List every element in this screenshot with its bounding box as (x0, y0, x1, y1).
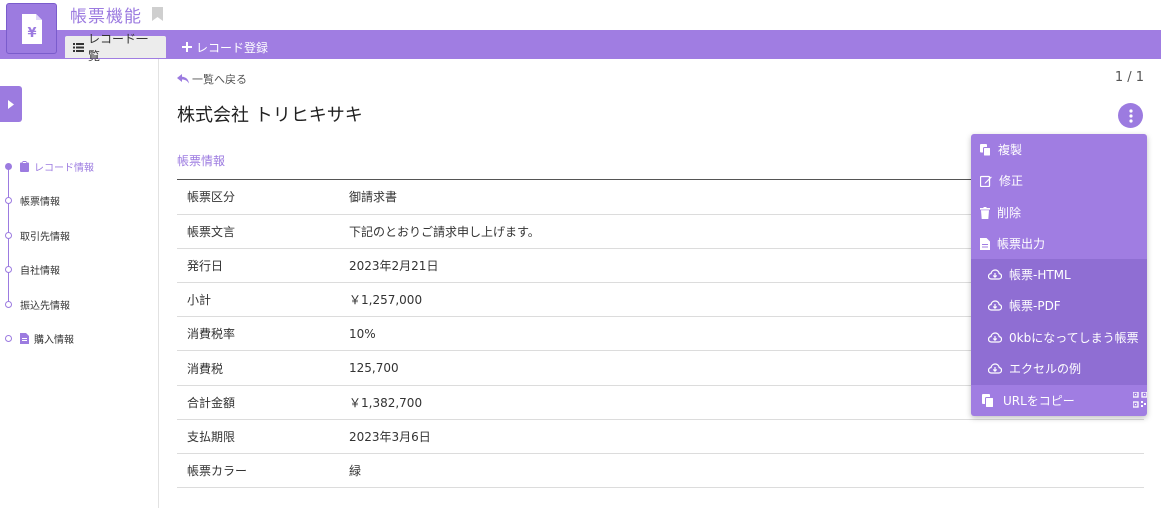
menu-item-label: 削除 (997, 206, 1022, 220)
field-label: 小計 (187, 293, 212, 308)
copy-icon (980, 143, 991, 156)
sidebar-item-label: 帳票情報 (20, 196, 60, 208)
field-label: 支払期限 (187, 429, 236, 444)
sidebar-item-label: 自社情報 (20, 265, 60, 277)
sidebar-item-label: 振込先情報 (20, 300, 70, 312)
invoice-document-icon: ¥ (21, 13, 42, 44)
tab-bar: レコード一覧 レコード登録 (0, 30, 1161, 63)
menu-item-label: 修正 (999, 174, 1024, 188)
back-to-list-link[interactable]: 一覧へ戻る (177, 71, 247, 87)
field-label: 消費税 (187, 361, 224, 376)
submenu-item-html[interactable]: 帳票-HTML (971, 259, 1147, 290)
sidebar-item-label: 購入情報 (34, 334, 74, 346)
timeline-dot (5, 162, 12, 170)
file-icon (980, 237, 990, 250)
vertical-dots-icon (1128, 108, 1133, 123)
edit-icon (980, 175, 992, 187)
field-label: 帳票文言 (187, 224, 236, 239)
cloud-download-icon (988, 332, 1002, 343)
app-logo: ¥ (6, 3, 57, 54)
more-actions-button[interactable] (1118, 103, 1143, 128)
tab-record-register[interactable]: レコード登録 (174, 36, 276, 58)
sidebar-item-record-info[interactable]: レコード情報 (0, 158, 94, 174)
submenu-item-label: 0kbになってしまう帳票 (1009, 331, 1139, 345)
copy-url-label: URLをコピー (1003, 394, 1075, 408)
field-label: 合計金額 (187, 395, 236, 410)
record-pager: 1 / 1 (1114, 70, 1144, 85)
submenu-item-label: 帳票-HTML (1009, 268, 1071, 282)
menu-item-edit[interactable]: 修正 (971, 165, 1147, 196)
copy-url-button[interactable]: URLをコピー (971, 385, 1147, 416)
sidebar: レコード情報 帳票情報 取引先情報 自社情報 振込先情報 購入情報 (0, 59, 159, 508)
app-title: 帳票機能 (70, 7, 142, 27)
menu-item-label: 帳票出力 (997, 237, 1046, 251)
menu-item-duplicate[interactable]: 複製 (971, 134, 1147, 165)
svg-text:¥: ¥ (27, 26, 36, 41)
field-label: 帳票カラー (187, 464, 248, 479)
file-icon (20, 332, 29, 344)
sidebar-item-client-info[interactable]: 取引先情報 (0, 227, 70, 243)
timeline-dot (5, 231, 12, 239)
list-icon (73, 42, 84, 52)
cloud-download-icon (988, 269, 1002, 280)
cloud-download-icon (988, 363, 1002, 374)
table-row: 帳票カラー 緑 (177, 454, 1144, 488)
trash-icon (980, 206, 990, 219)
qr-code-icon[interactable] (1132, 391, 1147, 411)
caret-right-icon (8, 99, 14, 109)
back-link-label: 一覧へ戻る (192, 73, 247, 86)
submenu-item-excel[interactable]: エクセルの例 (971, 353, 1147, 384)
menu-item-label: 複製 (998, 143, 1023, 157)
section-title: 帳票情報 (177, 154, 226, 168)
actions-menu: 複製 修正 削除 帳票出力 帳票-HTML 帳票-PDF 0kbになってしまう帳… (971, 134, 1147, 416)
tab-label: レコード登録 (196, 40, 269, 55)
field-label: 帳票区分 (187, 190, 236, 205)
submenu-item-pdf[interactable]: 帳票-PDF (971, 290, 1147, 321)
field-value: 緑 (349, 464, 362, 479)
cloud-download-icon (988, 300, 1002, 311)
submenu-item-zero-kb[interactable]: 0kbになってしまう帳票 (971, 322, 1147, 353)
field-value: 2023年3月6日 (349, 429, 431, 444)
export-submenu: 帳票-HTML 帳票-PDF 0kbになってしまう帳票 エクセルの例 (971, 259, 1147, 385)
sidebar-item-purchase-info[interactable]: 購入情報 (0, 330, 74, 346)
menu-item-export-invoice[interactable]: 帳票出力 (971, 228, 1147, 259)
menu-item-delete[interactable]: 削除 (971, 197, 1147, 228)
clipboard-icon (20, 160, 29, 172)
sidebar-item-company-info[interactable]: 自社情報 (0, 261, 60, 277)
field-label: 発行日 (187, 258, 224, 273)
timeline-dot (5, 265, 12, 273)
sidebar-item-label: 取引先情報 (20, 231, 70, 243)
sidebar-item-bank-info[interactable]: 振込先情報 (0, 296, 70, 312)
sidebar-item-label: レコード情報 (34, 162, 94, 174)
tab-record-list[interactable]: レコード一覧 (65, 32, 166, 63)
submenu-item-label: エクセルの例 (1009, 362, 1082, 376)
bookmark-icon[interactable] (152, 6, 163, 25)
sidebar-item-invoice-info[interactable]: 帳票情報 (0, 192, 60, 208)
submenu-item-label: 帳票-PDF (1009, 299, 1061, 313)
record-title: 株式会社 トリヒキサキ (177, 105, 363, 126)
timeline-dot (5, 300, 12, 308)
sidebar-toggle-button[interactable] (0, 86, 22, 122)
table-row: 支払期限 2023年3月6日 (177, 419, 1144, 454)
plus-icon (182, 42, 192, 52)
timeline-dot (5, 334, 12, 342)
copy-icon (982, 393, 994, 408)
timeline-dot (5, 196, 12, 204)
field-label: 消費税率 (187, 327, 236, 342)
reply-arrow-icon (177, 74, 189, 84)
